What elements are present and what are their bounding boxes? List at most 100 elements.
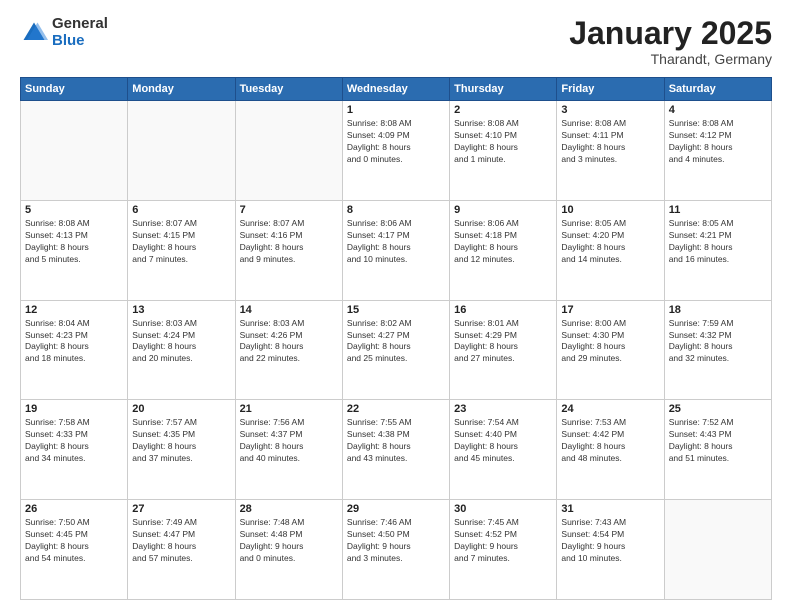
calendar-cell: 10 Sunrise: 8:05 AM Sunset: 4:20 PM Dayli… (557, 200, 664, 300)
day-number: 10 (561, 204, 659, 216)
calendar-cell: 26 Sunrise: 7:50 AM Sunset: 4:45 PM Dayli… (21, 500, 128, 600)
calendar-table: SundayMondayTuesdayWednesdayThursdayFrid… (20, 77, 772, 600)
calendar-cell: 23Sunrise: 7:54 AM Sunset: 4:40 PM Dayli… (450, 400, 557, 500)
calendar-cell: 4Sunrise: 8:08 AM Sunset: 4:12 PM Daylig… (664, 101, 771, 201)
day-info: Sunrise: 8:07 AM Sunset: 4:16 PM Dayligh… (240, 218, 338, 266)
day-number: 26 (25, 503, 123, 515)
day-number: 8 (347, 204, 445, 216)
title-block: January 2025 Tharandt, Germany (569, 16, 772, 67)
day-info: Sunrise: 8:08 AM Sunset: 4:13 PM Dayligh… (25, 218, 123, 266)
day-info: Sunrise: 8:01 AM Sunset: 4:29 PM Dayligh… (454, 318, 552, 366)
calendar-cell (128, 101, 235, 201)
day-info: Sunrise: 8:08 AM Sunset: 4:12 PM Dayligh… (669, 118, 767, 166)
weekday-row: SundayMondayTuesdayWednesdayThursdayFrid… (21, 78, 772, 101)
weekday-header: Tuesday (235, 78, 342, 101)
day-number: 18 (669, 304, 767, 316)
calendar-cell: 2 Sunrise: 8:08 AM Sunset: 4:10 PM Daylig… (450, 101, 557, 201)
day-info: Sunrise: 7:54 AM Sunset: 4:40 PM Dayligh… (454, 417, 552, 465)
calendar-cell: 11Sunrise: 8:05 AM Sunset: 4:21 PM Dayli… (664, 200, 771, 300)
day-number: 25 (669, 403, 767, 415)
weekday-header: Monday (128, 78, 235, 101)
calendar-cell: 19 Sunrise: 7:58 AM Sunset: 4:33 PM Dayli… (21, 400, 128, 500)
day-number: 29 (347, 503, 445, 515)
day-info: Sunrise: 8:03 AM Sunset: 4:26 PM Dayligh… (240, 318, 338, 366)
calendar-cell: 16 Sunrise: 8:01 AM Sunset: 4:29 PM Dayli… (450, 300, 557, 400)
calendar-cell: 1Sunrise: 8:08 AM Sunset: 4:09 PM Daylig… (342, 101, 449, 201)
calendar-cell: 13 Sunrise: 8:03 AM Sunset: 4:24 PM Dayli… (128, 300, 235, 400)
calendar-cell: 18 Sunrise: 7:59 AM Sunset: 4:32 PM Dayli… (664, 300, 771, 400)
calendar-cell: 7 Sunrise: 8:07 AM Sunset: 4:16 PM Daylig… (235, 200, 342, 300)
calendar-cell: 20 Sunrise: 7:57 AM Sunset: 4:35 PM Dayli… (128, 400, 235, 500)
calendar-cell: 8 Sunrise: 8:06 AM Sunset: 4:17 PM Daylig… (342, 200, 449, 300)
day-number: 13 (132, 304, 230, 316)
day-number: 27 (132, 503, 230, 515)
day-info: Sunrise: 8:06 AM Sunset: 4:18 PM Dayligh… (454, 218, 552, 266)
calendar-week-row: 19 Sunrise: 7:58 AM Sunset: 4:33 PM Dayli… (21, 400, 772, 500)
calendar-week-row: 5 Sunrise: 8:08 AM Sunset: 4:13 PM Daylig… (21, 200, 772, 300)
month-title: January 2025 (569, 16, 772, 51)
day-info: Sunrise: 7:56 AM Sunset: 4:37 PM Dayligh… (240, 417, 338, 465)
day-info: Sunrise: 8:07 AM Sunset: 4:15 PM Dayligh… (132, 218, 230, 266)
calendar-cell: 12 Sunrise: 8:04 AM Sunset: 4:23 PM Dayli… (21, 300, 128, 400)
day-number: 11 (669, 204, 767, 216)
day-info: Sunrise: 7:59 AM Sunset: 4:32 PM Dayligh… (669, 318, 767, 366)
day-info: Sunrise: 7:49 AM Sunset: 4:47 PM Dayligh… (132, 517, 230, 565)
calendar-cell: 30 Sunrise: 7:45 AM Sunset: 4:52 PM Dayli… (450, 500, 557, 600)
header: General Blue January 2025 Tharandt, Germ… (20, 16, 772, 67)
day-number: 22 (347, 403, 445, 415)
calendar-header: SundayMondayTuesdayWednesdayThursdayFrid… (21, 78, 772, 101)
day-info: Sunrise: 8:08 AM Sunset: 4:10 PM Dayligh… (454, 118, 552, 166)
day-number: 17 (561, 304, 659, 316)
day-number: 9 (454, 204, 552, 216)
day-info: Sunrise: 7:58 AM Sunset: 4:33 PM Dayligh… (25, 417, 123, 465)
day-info: Sunrise: 8:08 AM Sunset: 4:11 PM Dayligh… (561, 118, 659, 166)
day-number: 24 (561, 403, 659, 415)
calendar-cell: 17Sunrise: 8:00 AM Sunset: 4:30 PM Dayli… (557, 300, 664, 400)
day-info: Sunrise: 8:06 AM Sunset: 4:17 PM Dayligh… (347, 218, 445, 266)
day-info: Sunrise: 7:57 AM Sunset: 4:35 PM Dayligh… (132, 417, 230, 465)
day-info: Sunrise: 8:02 AM Sunset: 4:27 PM Dayligh… (347, 318, 445, 366)
day-number: 30 (454, 503, 552, 515)
calendar-cell: 6Sunrise: 8:07 AM Sunset: 4:15 PM Daylig… (128, 200, 235, 300)
day-info: Sunrise: 7:53 AM Sunset: 4:42 PM Dayligh… (561, 417, 659, 465)
day-info: Sunrise: 8:03 AM Sunset: 4:24 PM Dayligh… (132, 318, 230, 366)
page: General Blue January 2025 Tharandt, Germ… (0, 0, 792, 612)
day-info: Sunrise: 7:45 AM Sunset: 4:52 PM Dayligh… (454, 517, 552, 565)
calendar-cell: 22 Sunrise: 7:55 AM Sunset: 4:38 PM Dayli… (342, 400, 449, 500)
logo-icon (20, 19, 48, 47)
calendar-cell: 28Sunrise: 7:48 AM Sunset: 4:48 PM Dayli… (235, 500, 342, 600)
day-number: 5 (25, 204, 123, 216)
day-number: 21 (240, 403, 338, 415)
day-number: 2 (454, 104, 552, 116)
day-info: Sunrise: 7:50 AM Sunset: 4:45 PM Dayligh… (25, 517, 123, 565)
calendar-week-row: 12 Sunrise: 8:04 AM Sunset: 4:23 PM Dayli… (21, 300, 772, 400)
day-number: 19 (25, 403, 123, 415)
day-number: 7 (240, 204, 338, 216)
calendar-week-row: 1Sunrise: 8:08 AM Sunset: 4:09 PM Daylig… (21, 101, 772, 201)
calendar-cell (21, 101, 128, 201)
day-number: 20 (132, 403, 230, 415)
day-info: Sunrise: 7:46 AM Sunset: 4:50 PM Dayligh… (347, 517, 445, 565)
day-number: 12 (25, 304, 123, 316)
calendar-cell: 21 Sunrise: 7:56 AM Sunset: 4:37 PM Dayli… (235, 400, 342, 500)
calendar-cell (664, 500, 771, 600)
day-info: Sunrise: 8:05 AM Sunset: 4:20 PM Dayligh… (561, 218, 659, 266)
day-number: 15 (347, 304, 445, 316)
logo-general-text: General (52, 16, 108, 33)
day-info: Sunrise: 8:08 AM Sunset: 4:09 PM Dayligh… (347, 118, 445, 166)
day-number: 31 (561, 503, 659, 515)
calendar-cell: 31 Sunrise: 7:43 AM Sunset: 4:54 PM Dayli… (557, 500, 664, 600)
calendar-body: 1Sunrise: 8:08 AM Sunset: 4:09 PM Daylig… (21, 101, 772, 600)
weekday-header: Thursday (450, 78, 557, 101)
day-number: 16 (454, 304, 552, 316)
day-info: Sunrise: 8:04 AM Sunset: 4:23 PM Dayligh… (25, 318, 123, 366)
weekday-header: Sunday (21, 78, 128, 101)
logo-text: General Blue (52, 16, 108, 49)
calendar-cell: 25Sunrise: 7:52 AM Sunset: 4:43 PM Dayli… (664, 400, 771, 500)
location-subtitle: Tharandt, Germany (569, 51, 772, 67)
weekday-header: Friday (557, 78, 664, 101)
calendar-cell (235, 101, 342, 201)
calendar-cell: 5 Sunrise: 8:08 AM Sunset: 4:13 PM Daylig… (21, 200, 128, 300)
day-info: Sunrise: 7:43 AM Sunset: 4:54 PM Dayligh… (561, 517, 659, 565)
day-info: Sunrise: 7:55 AM Sunset: 4:38 PM Dayligh… (347, 417, 445, 465)
